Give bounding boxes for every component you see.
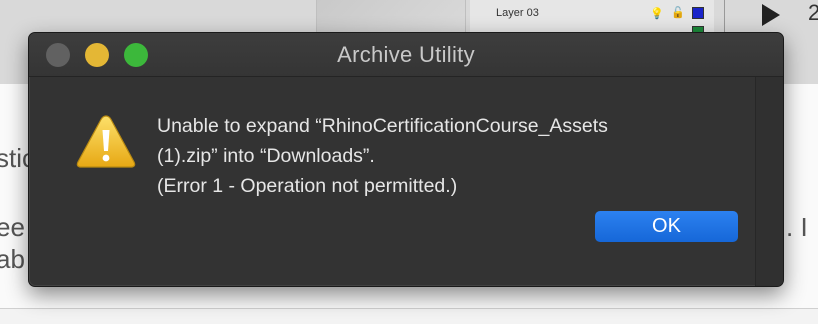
background-divider [0, 308, 818, 309]
layer-color-swatch [692, 7, 704, 19]
background-text-fragment: ab [0, 244, 25, 274]
dialog-titlebar[interactable]: Archive Utility [29, 33, 783, 77]
background-text-fragment: ee [0, 212, 25, 242]
background-text-fragment: . I [786, 212, 808, 242]
background-layer-label: Layer 03 [496, 7, 539, 19]
alert-message: Unable to expand “RhinoCertificationCour… [157, 111, 717, 201]
lock-icon: 🔓 [671, 7, 685, 19]
dialog-side-track [755, 77, 783, 286]
ok-button[interactable]: OK [595, 211, 738, 242]
warning-triangle-icon [76, 115, 136, 168]
background-number: 2 [808, 0, 818, 25]
play-icon [762, 4, 780, 26]
alert-message-line: Unable to expand “RhinoCertificationCour… [157, 115, 608, 137]
alert-error-detail: (Error 1 - Operation not permitted.) [157, 175, 458, 197]
alert-message-line: (1).zip” into “Downloads”. [157, 145, 375, 167]
lightbulb-icon: 💡 [650, 8, 664, 20]
dialog-title: Archive Utility [337, 42, 475, 67]
archive-utility-alert-dialog: Archive Utility Unable to expand “RhinoC… [28, 32, 784, 287]
